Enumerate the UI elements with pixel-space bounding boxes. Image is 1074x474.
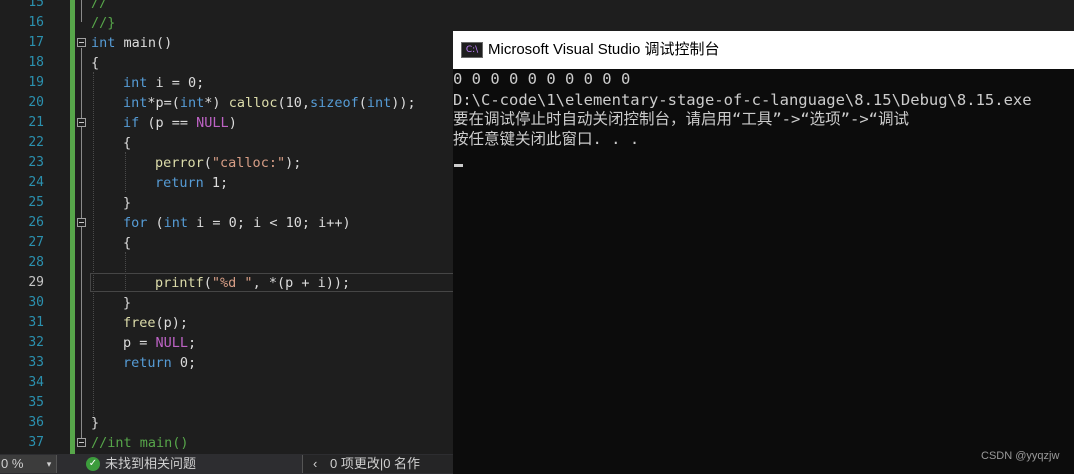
zoom-level: 0 % bbox=[1, 456, 24, 471]
code-line-36[interactable]: } bbox=[91, 413, 99, 433]
code-line-25[interactable]: } bbox=[123, 193, 131, 213]
line-number-current: 29 bbox=[28, 275, 44, 290]
line-number: 19 bbox=[28, 75, 44, 90]
console-output-line: 按任意键关闭此窗口. . . bbox=[453, 130, 640, 148]
line-number: 35 bbox=[28, 395, 44, 410]
code-line-37[interactable]: //int main() bbox=[91, 433, 189, 453]
change-tracking-bar bbox=[70, 0, 75, 454]
code-line-19[interactable]: int i = 0; bbox=[123, 73, 204, 93]
line-number: 15 bbox=[28, 0, 44, 10]
line-number: 27 bbox=[28, 235, 44, 250]
line-number: 34 bbox=[28, 375, 44, 390]
code-line-16[interactable]: //} bbox=[91, 13, 115, 33]
line-number: 16 bbox=[28, 15, 44, 30]
code-line-27[interactable]: { bbox=[123, 233, 131, 253]
line-number: 37 bbox=[28, 435, 44, 450]
console-output[interactable]: 0 0 0 0 0 0 0 0 0 0 D:\C-code\1\elementa… bbox=[453, 69, 1074, 474]
code-line-33[interactable]: return 0; bbox=[123, 353, 196, 373]
check-circle-icon: ✓ bbox=[86, 457, 100, 471]
fold-line bbox=[81, 0, 82, 22]
collapse-icon[interactable] bbox=[77, 38, 86, 47]
collapse-icon[interactable] bbox=[77, 218, 86, 227]
collapse-icon[interactable] bbox=[77, 118, 86, 127]
line-number: 21 bbox=[28, 115, 44, 130]
console-output-line: 0 0 0 0 0 0 0 0 0 0 bbox=[453, 70, 631, 88]
line-number: 33 bbox=[28, 355, 44, 370]
text-cursor bbox=[454, 164, 463, 167]
code-line-32[interactable]: p = NULL; bbox=[123, 333, 196, 353]
line-number: 23 bbox=[28, 155, 44, 170]
collapse-icon[interactable] bbox=[77, 438, 86, 447]
code-line-17[interactable]: int main() bbox=[91, 33, 172, 53]
git-changes-panel[interactable]: ‹ 0 项更改|0 名作 bbox=[302, 455, 463, 473]
line-number: 22 bbox=[28, 135, 44, 150]
console-window-title: Microsoft Visual Studio 调试控制台 bbox=[488, 41, 720, 58]
line-number: 18 bbox=[28, 55, 44, 70]
indent-guide bbox=[125, 152, 126, 192]
code-line-15[interactable]: // bbox=[91, 0, 107, 13]
chevron-left-icon[interactable]: ‹ bbox=[313, 454, 317, 474]
code-line-31[interactable]: free(p); bbox=[123, 313, 188, 333]
code-line-22[interactable]: { bbox=[123, 133, 131, 153]
line-number: 17 bbox=[28, 35, 44, 50]
watermark: CSDN @yyqzjw bbox=[981, 450, 1060, 462]
debug-console-window[interactable]: C:\ Microsoft Visual Studio 调试控制台 0 0 0 … bbox=[453, 31, 1074, 474]
chevron-down-icon[interactable]: ▾ bbox=[44, 455, 54, 473]
code-line-21[interactable]: if (p == NULL) bbox=[123, 113, 237, 133]
issues-status[interactable]: 未找到相关问题 bbox=[105, 454, 196, 474]
console-output-line: 要在调试停止时自动关闭控制台，请启用“工具”->“选项”->“调试 bbox=[453, 110, 909, 128]
line-number: 32 bbox=[28, 335, 44, 350]
code-line-18[interactable]: { bbox=[91, 53, 99, 73]
line-number: 28 bbox=[28, 255, 44, 270]
line-number: 25 bbox=[28, 195, 44, 210]
zoom-dropdown[interactable]: 0 % ▾ bbox=[0, 455, 57, 473]
changes-count[interactable]: 0 项更改|0 名作 bbox=[330, 454, 420, 474]
console-output-line: D:\C-code\1\elementary-stage-of-c-langua… bbox=[453, 91, 1032, 109]
console-app-icon: C:\ bbox=[461, 42, 483, 58]
line-number: 30 bbox=[28, 295, 44, 310]
line-number: 36 bbox=[28, 415, 44, 430]
console-title-bar[interactable]: C:\ Microsoft Visual Studio 调试控制台 bbox=[453, 31, 1074, 69]
code-line-24[interactable]: return 1; bbox=[155, 173, 228, 193]
code-line-29[interactable]: printf("%d ", *(p + i)); bbox=[155, 273, 350, 293]
line-number: 20 bbox=[28, 95, 44, 110]
code-line-26[interactable]: for (int i = 0; i < 10; i++) bbox=[123, 213, 351, 233]
code-line-23[interactable]: perror("calloc:"); bbox=[155, 153, 301, 173]
fold-line bbox=[81, 48, 82, 442]
code-line-20[interactable]: int*p=(int*) calloc(10,sizeof(int)); bbox=[123, 93, 416, 113]
indent-guide bbox=[93, 72, 94, 422]
line-number: 31 bbox=[28, 315, 44, 330]
line-number: 24 bbox=[28, 175, 44, 190]
code-line-30[interactable]: } bbox=[123, 293, 131, 313]
line-number: 26 bbox=[28, 215, 44, 230]
